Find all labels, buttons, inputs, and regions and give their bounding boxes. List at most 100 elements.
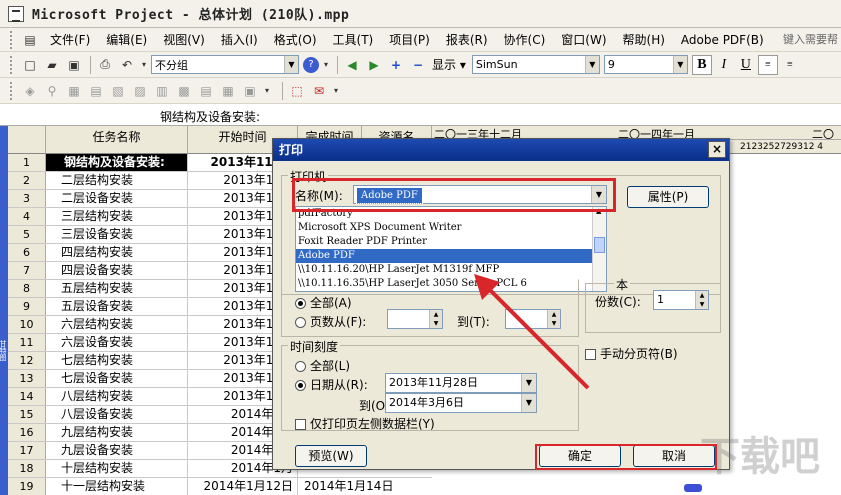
menu-adobe-pdf[interactable]: Adobe PDF(B) [673, 33, 772, 47]
help-icon[interactable]: ? [303, 56, 319, 73]
menu-format[interactable]: 格式(O) [266, 31, 325, 48]
help-question-input[interactable]: 键入需要帮 [783, 31, 841, 49]
printer-option[interactable]: Microsoft XPS Document Writer [296, 221, 606, 235]
row-number[interactable]: 10 [8, 316, 46, 333]
convert-pdf-icon[interactable]: ⬚ [287, 81, 307, 101]
arrow-right-icon[interactable]: ▶ [364, 55, 384, 75]
row-number[interactable]: 14 [8, 388, 46, 405]
align-left-icon[interactable]: ≡ [757, 54, 778, 75]
printer-option[interactable]: Foxit Reader PDF Printer [296, 235, 606, 249]
printer-option[interactable]: Adobe PDF [296, 249, 606, 263]
row-number[interactable]: 13 [8, 370, 46, 387]
task-name-cell[interactable]: 二层设备安装 [46, 190, 188, 207]
row-number[interactable]: 5 [8, 226, 46, 243]
grid-icon[interactable]: ▦ [64, 81, 84, 101]
undo-icon[interactable]: ↶ [117, 55, 137, 75]
task-name-cell[interactable]: 三层结构安装 [46, 208, 188, 225]
task-name-cell[interactable]: 十层结构安装 [46, 460, 188, 477]
row-header-corner[interactable] [8, 126, 46, 154]
copy-picture-icon[interactable]: ▧ [108, 81, 128, 101]
task-name-cell[interactable]: 六层结构安装 [46, 316, 188, 333]
menu-file[interactable]: 文件(F) [42, 31, 98, 48]
bold-button[interactable]: B [691, 54, 712, 75]
align-center-icon[interactable]: ≡ [780, 55, 800, 75]
pages-all-radio[interactable]: 全部(A) [295, 294, 352, 311]
menu-view[interactable]: 视图(V) [155, 31, 213, 48]
menu-grip-handle[interactable] [10, 30, 14, 49]
row-number[interactable]: 2 [8, 172, 46, 189]
task-name-cell[interactable]: 二层结构安装 [46, 172, 188, 189]
row-number[interactable]: 7 [8, 262, 46, 279]
task-name-cell[interactable]: 五层结构安装 [46, 280, 188, 297]
undo-dropdown-chevron-icon[interactable]: ▾ [139, 55, 149, 75]
preview-button[interactable]: 预览(W) [295, 445, 367, 467]
pdf-toolbar-chevron-icon[interactable]: ▾ [331, 81, 341, 101]
timescale-all-radio[interactable]: 全部(L) [295, 357, 350, 374]
menu-insert[interactable]: 插入(I) [213, 31, 266, 48]
more-buttons-chevron-icon[interactable]: ▾ [321, 55, 331, 75]
row-number[interactable]: 17 [8, 442, 46, 459]
italic-button[interactable]: I [714, 55, 734, 75]
start-date-cell[interactable]: 2014年1月12日 [188, 478, 298, 495]
row-number[interactable]: 6 [8, 244, 46, 261]
print-dialog-title-bar[interactable]: 打印 × [273, 139, 729, 161]
task-name-cell[interactable]: 四层设备安装 [46, 262, 188, 279]
toolbar2-chevron-icon[interactable]: ▾ [262, 81, 272, 101]
font-select[interactable]: SimSun ▼ [471, 55, 600, 74]
menu-collaborate[interactable]: 协作(C) [496, 31, 554, 48]
task-name-cell[interactable]: 十一层结构安装 [46, 478, 188, 495]
menu-tools[interactable]: 工具(T) [325, 31, 382, 48]
chevron-down-icon[interactable]: ▼ [284, 56, 298, 73]
plus-icon[interactable]: + [386, 55, 406, 75]
close-button[interactable]: × [708, 141, 726, 158]
chart-icon[interactable]: ▥ [152, 81, 172, 101]
row-number[interactable]: 8 [8, 280, 46, 297]
timescale-dates-radio[interactable]: 日期从(R): [295, 376, 368, 393]
copies-input[interactable]: 1 ▲ ▼ [653, 290, 709, 310]
scrollbar-thumb[interactable] [594, 237, 605, 253]
menu-project[interactable]: 项目(P) [381, 31, 438, 48]
properties-button[interactable]: 属性(P) [627, 186, 709, 208]
task-name-cell[interactable]: 四层结构安装 [46, 244, 188, 261]
task-name-cell[interactable]: 钢结构及设备安装: [46, 154, 188, 171]
entry-bar[interactable]: 钢结构及设备安装: [0, 104, 841, 126]
notes-icon[interactable]: ▣ [240, 81, 260, 101]
task-name-cell[interactable]: 九层结构安装 [46, 424, 188, 441]
picture-icon[interactable]: ▨ [130, 81, 150, 101]
row-number[interactable]: 18 [8, 460, 46, 477]
task-name-cell[interactable]: 七层设备安装 [46, 370, 188, 387]
resource-icon[interactable]: ◈ [20, 81, 40, 101]
row-number[interactable]: 11 [8, 334, 46, 351]
pages-from-input[interactable]: ▲ ▼ [387, 309, 443, 329]
table-row[interactable]: 19 十一层结构安装 2014年1月12日 2014年1月14日 [8, 478, 432, 495]
row-number[interactable]: 19 [8, 478, 46, 495]
document-stack-icon[interactable]: ▤ [196, 81, 216, 101]
row-number[interactable]: 3 [8, 190, 46, 207]
save-icon[interactable]: ▣ [64, 55, 84, 75]
font-size-select[interactable]: 9 ▼ [603, 55, 688, 74]
row-number[interactable]: 16 [8, 424, 46, 441]
toolbar-grip-handle[interactable] [10, 55, 14, 74]
task-name-cell[interactable]: 八层结构安装 [46, 388, 188, 405]
spinner-icon[interactable]: ▲ ▼ [695, 291, 708, 309]
row-number[interactable]: 12 [8, 352, 46, 369]
calendar-icon[interactable]: ▩ [174, 81, 194, 101]
row-number[interactable]: 1 [8, 154, 46, 171]
minus-icon[interactable]: − [408, 55, 428, 75]
left-columns-only-checkbox[interactable]: 仅打印页左侧数据栏(Y) [295, 415, 435, 432]
link-icon[interactable]: ▦ [218, 81, 238, 101]
task-name-cell[interactable]: 三层设备安装 [46, 226, 188, 243]
toolbar2-grip-handle[interactable] [10, 81, 14, 100]
chevron-down-icon[interactable]: ▼ [672, 56, 687, 73]
chevron-down-icon[interactable]: ▼ [584, 56, 599, 73]
print-icon[interactable]: ⎙ [95, 55, 115, 75]
arrow-left-icon[interactable]: ◀ [342, 55, 362, 75]
task-name-cell[interactable]: 六层设备安装 [46, 334, 188, 351]
open-folder-icon[interactable]: ▰ [42, 55, 62, 75]
finish-date-cell[interactable]: 2014年1月14日 [298, 478, 432, 495]
table-icon[interactable]: ▤ [86, 81, 106, 101]
zoom-icon[interactable]: ⚲ [42, 81, 62, 101]
spinner-icon[interactable]: ▲ ▼ [429, 310, 442, 328]
task-name-cell[interactable]: 七层结构安装 [46, 352, 188, 369]
menu-report[interactable]: 报表(R) [438, 31, 496, 48]
